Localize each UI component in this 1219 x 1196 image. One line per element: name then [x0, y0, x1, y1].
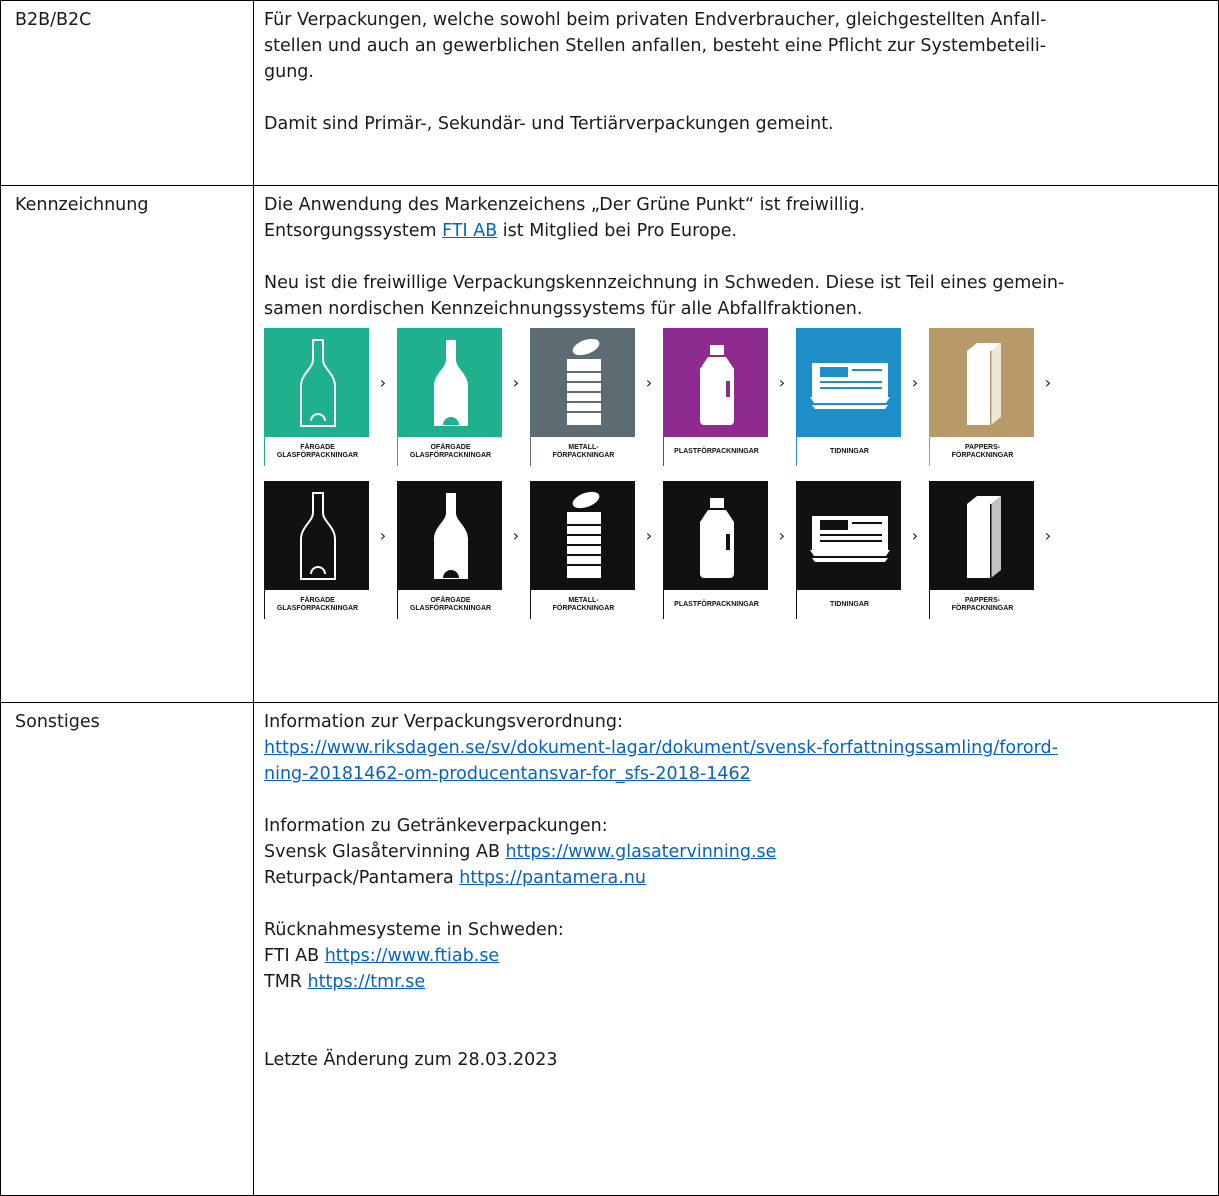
- bottle-filled-icon: [398, 482, 503, 590]
- chevron-right-icon: ›: [911, 372, 919, 392]
- text-line: FTI AB https://www.ftiab.se: [264, 943, 1210, 969]
- row-label: B2B/B2C: [15, 10, 92, 30]
- plastic-bottle-icon: [664, 329, 769, 437]
- chevron-right-icon: ›: [778, 525, 786, 545]
- pictogram-caption: PAPPERS- FÖRPACKNINGAR: [930, 590, 1035, 620]
- pictogram-tile: FÄRGADE GLASFÖRPACKNINGAR: [264, 328, 370, 467]
- last-updated: Letzte Änderung zum 28.03.2023: [264, 1050, 558, 1070]
- row-label: Kennzeichnung: [15, 195, 149, 215]
- pictogram-tile: PAPPERS- FÖRPACKNINGAR: [929, 481, 1035, 620]
- chevron-right-icon: ›: [645, 372, 653, 392]
- pictogram-caption: PLASTFÖRPACKNINGAR: [664, 590, 769, 620]
- pictogram-tile: TIDNINGAR: [796, 481, 902, 620]
- chevron-right-icon: ›: [1044, 372, 1052, 392]
- row-label: Sonstiges: [15, 712, 100, 732]
- pictogram-caption: PAPPERS- FÖRPACKNINGAR: [930, 437, 1035, 467]
- pictogram-tile: OFÄRGADE GLASFÖRPACKNINGAR: [397, 328, 503, 467]
- pictogram-caption: TIDNINGAR: [797, 437, 902, 467]
- riksdagen-link-continued[interactable]: ning-20181462-om-producentansvar-for_sfs…: [264, 764, 751, 784]
- chevron-right-icon: ›: [911, 525, 919, 545]
- row-kennzeichnung: Kennzeichnung Die Anwendung des Markenze…: [0, 185, 1219, 703]
- text-line: gung.: [264, 62, 314, 82]
- pictogram-caption: PLASTFÖRPACKNINGAR: [664, 437, 769, 467]
- text-fragment: Returpack/Pantamera: [264, 868, 460, 888]
- text-line: Damit sind Primär-, Sekundär- und Tertiä…: [264, 114, 834, 134]
- text-line: Für Verpackungen, welche sowohl beim pri…: [264, 10, 1047, 30]
- can-icon: [531, 482, 636, 590]
- pictogram-row-dark: FÄRGADE GLASFÖRPACKNINGAR › OFÄRGADE GLASF…: [264, 481, 1210, 621]
- carton-icon: [930, 329, 1035, 437]
- newspaper-icon: [797, 329, 902, 437]
- riksdagen-link[interactable]: https://www.riksdagen.se/sv/dokument-lag…: [264, 738, 1058, 758]
- text-line: ning-20181462-om-producentansvar-for_sfs…: [264, 761, 1210, 787]
- pictogram-caption: FÄRGADE GLASFÖRPACKNINGAR: [265, 590, 370, 620]
- content-cell: Für Verpackungen, welche sowohl beim pri…: [253, 0, 1219, 186]
- text-line: samen nordischen Kennzeichnungssystems f…: [264, 299, 863, 319]
- pictogram-tile: PLASTFÖRPACKNINGAR: [663, 328, 769, 467]
- pictogram-caption: METALL- FÖRPACKNINGAR: [531, 590, 636, 620]
- pictogram-tile: PAPPERS- FÖRPACKNINGAR: [929, 328, 1035, 467]
- bottle-filled-icon: [398, 329, 503, 437]
- pictogram-tile: TIDNINGAR: [796, 328, 902, 467]
- chevron-right-icon: ›: [512, 372, 520, 392]
- text-line: Neu ist die freiwillige Verpackungskennz…: [264, 273, 1065, 293]
- text-line: TMR https://tmr.se: [264, 969, 1210, 995]
- text-line: Entsorgungssystem FTI AB ist Mitglied be…: [264, 218, 1210, 244]
- chevron-right-icon: ›: [512, 525, 520, 545]
- label-cell: Kennzeichnung: [0, 185, 254, 703]
- ftiab-link[interactable]: https://www.ftiab.se: [325, 946, 499, 966]
- pictogram-tile: PLASTFÖRPACKNINGAR: [663, 481, 769, 620]
- sorting-pictograms: FÄRGADE GLASFÖRPACKNINGAR › OFÄRGADE GLASF…: [264, 328, 1210, 621]
- pictogram-caption: OFÄRGADE GLASFÖRPACKNINGAR: [398, 437, 503, 467]
- text-line: https://www.riksdagen.se/sv/dokument-lag…: [264, 735, 1210, 761]
- chevron-right-icon: ›: [778, 372, 786, 392]
- pictogram-tile: METALL- FÖRPACKNINGAR: [530, 481, 636, 620]
- pantamera-link[interactable]: https://pantamera.nu: [459, 868, 646, 888]
- text-line: Rücknahmesysteme in Schweden:: [264, 920, 564, 940]
- pictogram-tile: OFÄRGADE GLASFÖRPACKNINGAR: [397, 481, 503, 620]
- text-fragment: ist Mitglied bei Pro Europe.: [497, 221, 738, 241]
- chevron-right-icon: ›: [379, 525, 387, 545]
- newspaper-icon: [797, 482, 902, 590]
- pictogram-caption: METALL- FÖRPACKNINGAR: [531, 437, 636, 467]
- pictogram-caption: OFÄRGADE GLASFÖRPACKNINGAR: [398, 590, 503, 620]
- plastic-bottle-icon: [664, 482, 769, 590]
- info-table: B2B/B2C Für Verpackungen, welche sowohl …: [0, 0, 1219, 1196]
- label-cell: B2B/B2C: [0, 0, 254, 186]
- text-line: Information zu Getränkeverpackungen:: [264, 816, 608, 836]
- text-line: Information zur Verpackungsverordnung:: [264, 712, 623, 732]
- content-cell: Die Anwendung des Markenzeichens „Der Gr…: [253, 185, 1219, 703]
- text-line: stellen und auch an gewerblichen Stellen…: [264, 36, 1047, 56]
- carton-icon: [930, 482, 1035, 590]
- fti-ab-link[interactable]: FTI AB: [442, 221, 497, 241]
- row-b2b-b2c: B2B/B2C Für Verpackungen, welche sowohl …: [0, 0, 1219, 186]
- chevron-right-icon: ›: [379, 372, 387, 392]
- text-line: Returpack/Pantamera https://pantamera.nu: [264, 865, 1210, 891]
- bottle-outline-icon: [265, 482, 370, 590]
- text-fragment: FTI AB: [264, 946, 325, 966]
- text-fragment: Svensk Glasåtervinning AB: [264, 842, 506, 862]
- pictogram-caption: FÄRGADE GLASFÖRPACKNINGAR: [265, 437, 370, 467]
- chevron-right-icon: ›: [645, 525, 653, 545]
- bottle-outline-icon: [265, 329, 370, 437]
- text-line: Svensk Glasåtervinning AB https://www.gl…: [264, 839, 1210, 865]
- pictogram-caption: TIDNINGAR: [797, 590, 902, 620]
- pictogram-tile: FÄRGADE GLASFÖRPACKNINGAR: [264, 481, 370, 620]
- glasatervinning-link[interactable]: https://www.glasatervinning.se: [506, 842, 777, 862]
- pictogram-row-colored: FÄRGADE GLASFÖRPACKNINGAR › OFÄRGADE GLASF…: [264, 328, 1210, 468]
- label-cell: Sonstiges: [0, 702, 254, 1196]
- can-icon: [531, 329, 636, 437]
- pictogram-tile: METALL- FÖRPACKNINGAR: [530, 328, 636, 467]
- chevron-right-icon: ›: [1044, 525, 1052, 545]
- text-fragment: TMR: [264, 972, 308, 992]
- content-cell: Information zur Verpackungsverordnung: h…: [253, 702, 1219, 1196]
- tmr-link[interactable]: https://tmr.se: [308, 972, 426, 992]
- row-sonstiges: Sonstiges Information zur Verpackungsver…: [0, 702, 1219, 1196]
- text-line: Die Anwendung des Markenzeichens „Der Gr…: [264, 195, 866, 215]
- text-fragment: Entsorgungssystem: [264, 221, 443, 241]
